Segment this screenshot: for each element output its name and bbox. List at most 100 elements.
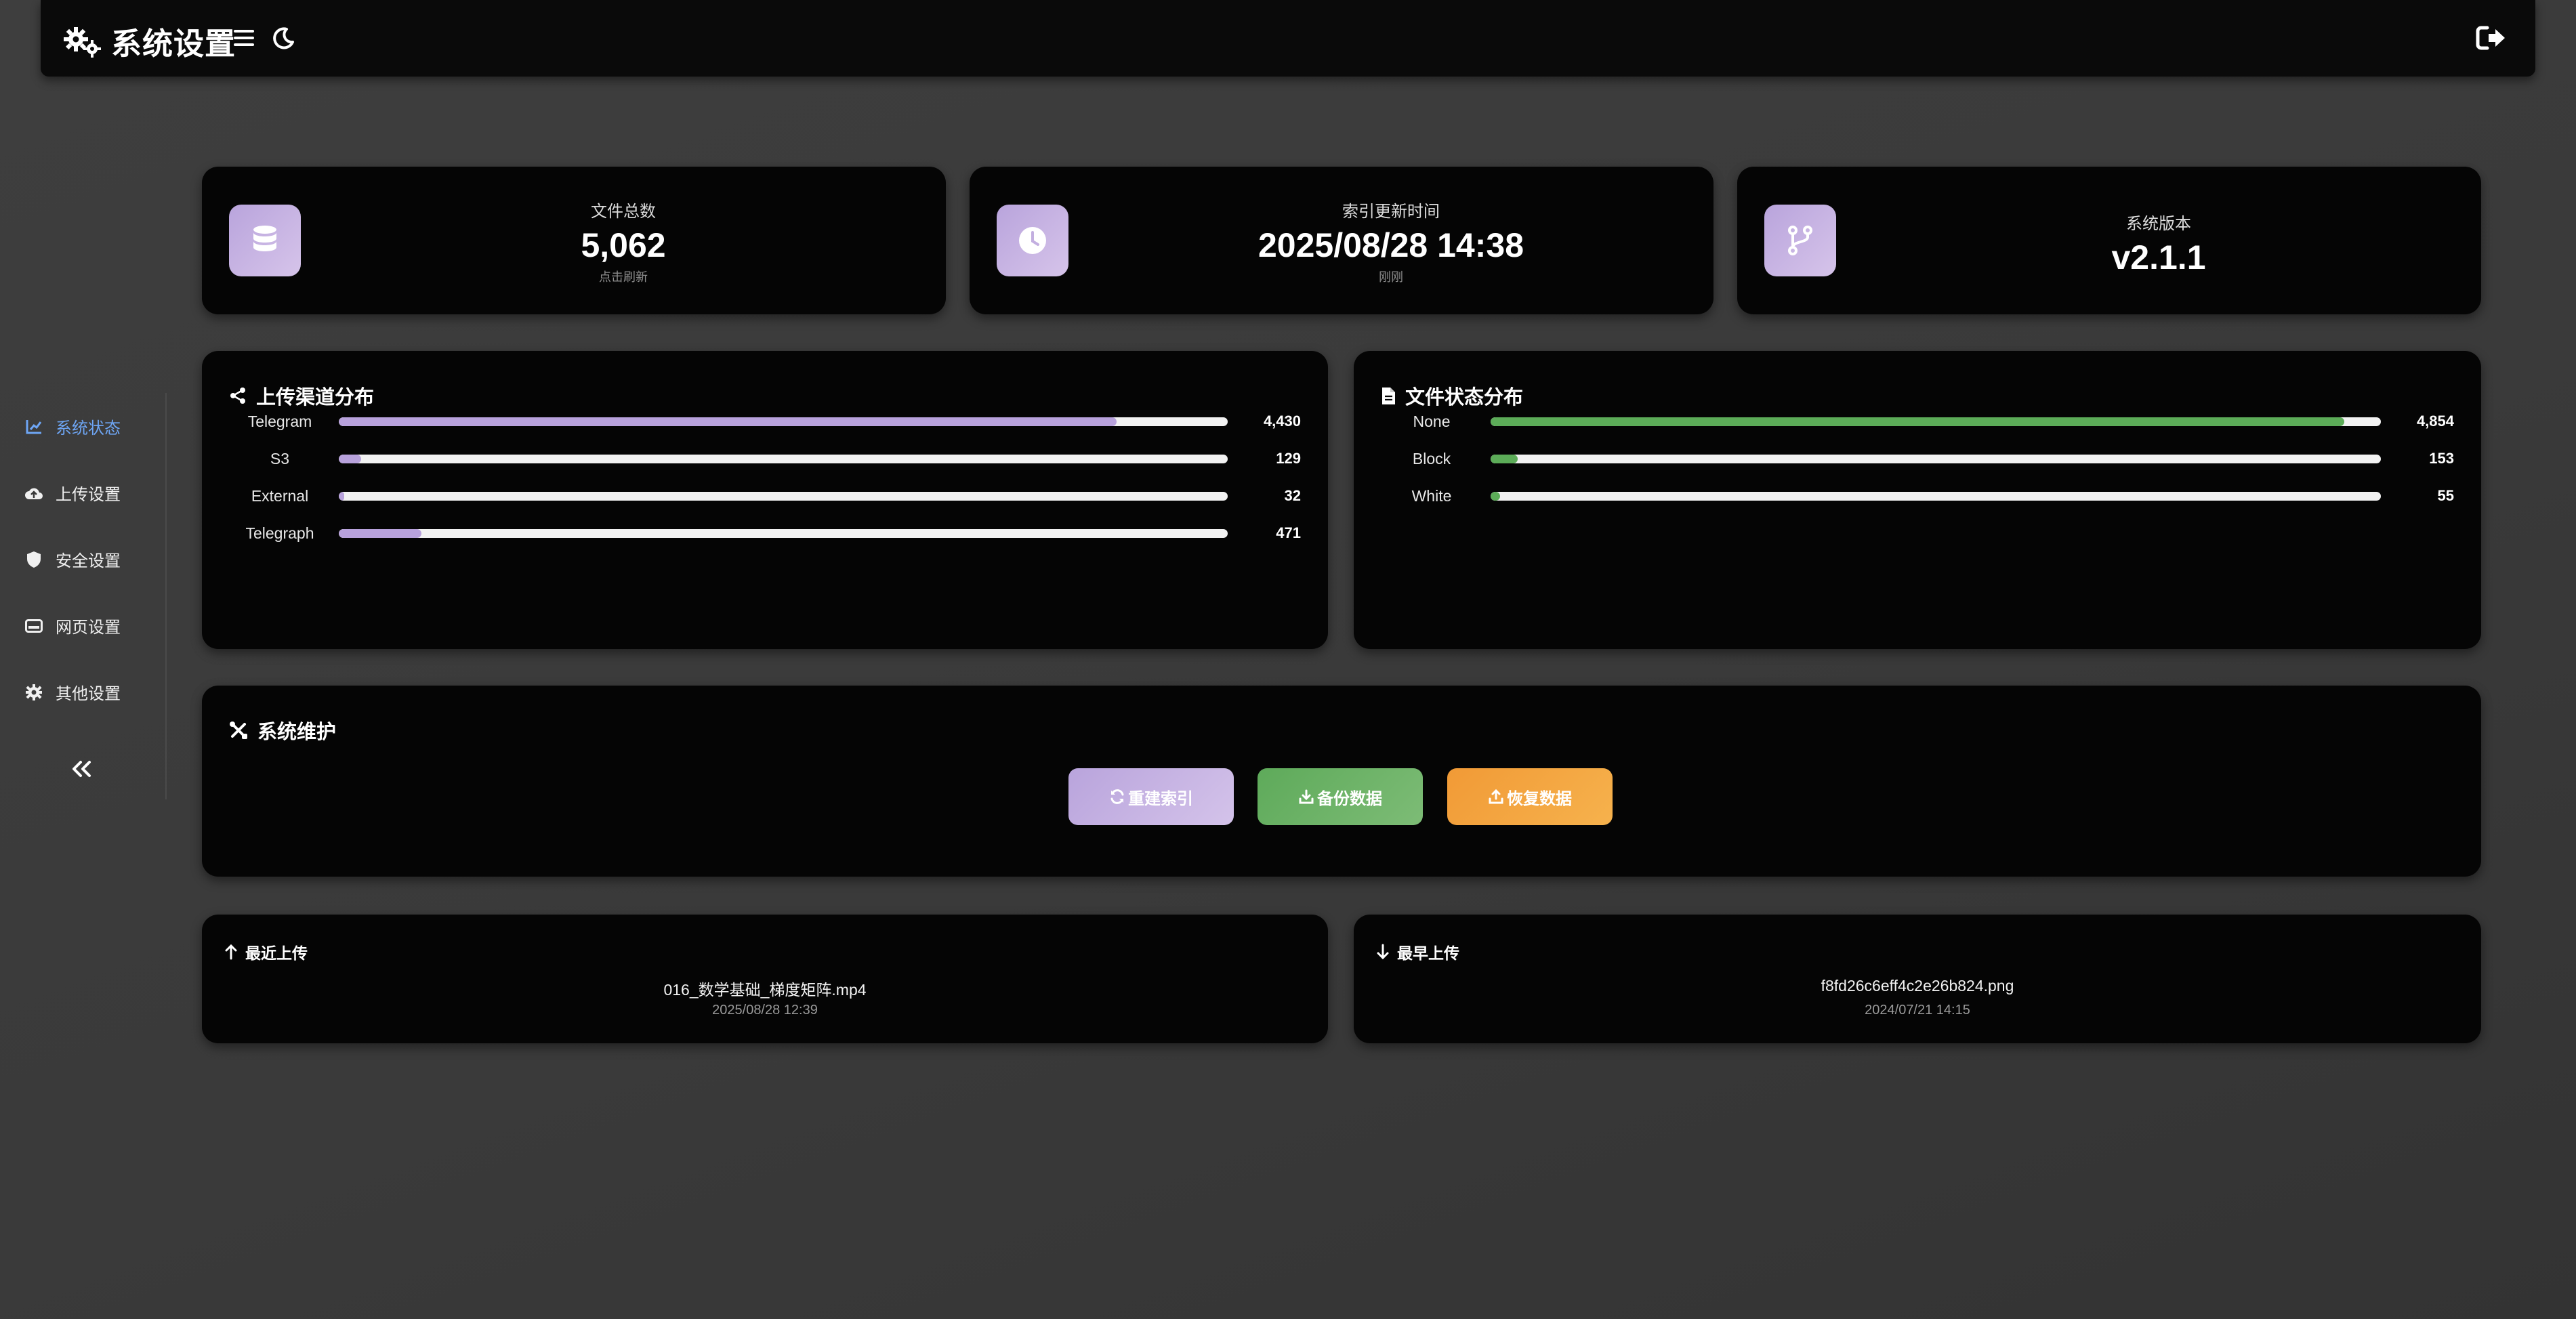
row-value: 471 bbox=[1276, 524, 1301, 541]
sidebar-item-web-settings[interactable]: 网页设置 bbox=[24, 614, 121, 637]
chart-icon bbox=[24, 417, 43, 436]
backup-data-button[interactable]: 备份数据 bbox=[1258, 768, 1423, 825]
button-label: 重建索引 bbox=[1128, 789, 1193, 808]
stat-icon-box bbox=[229, 205, 301, 276]
progress-track bbox=[1491, 454, 2381, 463]
sidebar-item-label: 系统状态 bbox=[56, 419, 121, 438]
card-title: 最早上传 bbox=[1377, 940, 1459, 963]
earliest-upload-card: 最早上传 f8fd26c6eff4c2e26b824.png 2024/07/2… bbox=[1354, 915, 2481, 1043]
distribution-row: Telegraph 471 bbox=[229, 520, 1301, 547]
button-label: 备份数据 bbox=[1317, 789, 1382, 808]
earliest-file-time: 2024/07/21 14:15 bbox=[1865, 1003, 1970, 1018]
sidebar-collapse-button[interactable] bbox=[70, 759, 94, 778]
stat-card-version: 系统版本 v2.1.1 bbox=[1737, 167, 2481, 314]
earliest-file-name[interactable]: f8fd26c6eff4c2e26b824.png bbox=[1354, 977, 2481, 995]
stat-value: 5,062 bbox=[581, 226, 666, 264]
distribution-row: S3 129 bbox=[229, 445, 1301, 472]
branch-icon bbox=[1787, 225, 1814, 256]
progress-track bbox=[1491, 417, 2381, 426]
sidebar-item-label: 其他设置 bbox=[56, 685, 121, 703]
stat-icon-box bbox=[997, 205, 1068, 276]
distribution-row: Telegram 4,430 bbox=[229, 408, 1301, 435]
stat-label: 系统版本 bbox=[2126, 215, 2191, 233]
database-icon bbox=[252, 225, 278, 256]
section-title-text: 文件状态分布 bbox=[1405, 387, 1524, 409]
download-icon bbox=[1298, 789, 1314, 805]
row-value: 55 bbox=[2437, 487, 2454, 504]
gear-icon bbox=[24, 683, 43, 702]
row-value: 32 bbox=[1284, 487, 1301, 504]
row-label: Block bbox=[1412, 449, 1451, 467]
sidebar-item-label: 网页设置 bbox=[56, 619, 121, 637]
distribution-row: White 55 bbox=[1381, 482, 2454, 509]
recent-file-name[interactable]: 016_数学基础_梯度矩阵.mp4 bbox=[202, 977, 1328, 1000]
arrow-down-icon bbox=[1377, 944, 1389, 960]
file-icon bbox=[1381, 387, 1396, 405]
sidebar-item-system-status[interactable]: 系统状态 bbox=[24, 415, 121, 438]
sidebar-item-upload-settings[interactable]: 上传设置 bbox=[24, 481, 121, 505]
row-label: None bbox=[1413, 412, 1451, 430]
shield-icon bbox=[24, 550, 43, 569]
sidebar-item-security-settings[interactable]: 安全设置 bbox=[24, 547, 121, 571]
stat-card-index-time: 索引更新时间 2025/08/28 14:38 刚刚 bbox=[970, 167, 1713, 314]
progress-fill bbox=[1491, 454, 1518, 463]
stat-body: 索引更新时间 2025/08/28 14:38 刚刚 bbox=[1068, 167, 1713, 314]
progress-fill bbox=[1491, 417, 2344, 426]
card-title: 最近上传 bbox=[225, 940, 308, 963]
row-label: External bbox=[251, 486, 309, 505]
section-title-text: 系统维护 bbox=[257, 721, 337, 743]
recent-file-time: 2025/08/28 12:39 bbox=[712, 1003, 818, 1018]
menu-icon bbox=[232, 28, 255, 48]
progress-track bbox=[339, 454, 1228, 463]
stat-body: 系统版本 v2.1.1 bbox=[1836, 167, 2481, 314]
button-label: 恢复数据 bbox=[1507, 789, 1572, 808]
distribution-row: External 32 bbox=[229, 482, 1301, 509]
row-label: S3 bbox=[270, 449, 290, 467]
row-label: Telegraph bbox=[245, 524, 314, 542]
progress-track bbox=[339, 528, 1228, 538]
sidebar-item-other-settings[interactable]: 其他设置 bbox=[24, 680, 121, 704]
stat-label: 文件总数 bbox=[591, 203, 656, 221]
arrow-up-icon bbox=[225, 944, 237, 960]
stat-label: 索引更新时间 bbox=[1342, 203, 1440, 221]
clock-icon bbox=[1017, 225, 1048, 256]
double-chevron-left-icon bbox=[70, 759, 94, 778]
gears-icon bbox=[62, 24, 102, 58]
progress-fill bbox=[1491, 491, 1501, 501]
sidebar-item-label: 上传设置 bbox=[56, 486, 121, 504]
restore-data-button[interactable]: 恢复数据 bbox=[1447, 768, 1613, 825]
section-title: 系统维护 bbox=[229, 716, 336, 745]
menu-toggle-button[interactable] bbox=[229, 23, 259, 53]
sidebar-divider bbox=[165, 393, 167, 799]
row-label: White bbox=[1411, 486, 1452, 505]
logout-button[interactable] bbox=[2476, 23, 2506, 53]
stat-card-file-count[interactable]: 文件总数 5,062 点击刷新 bbox=[202, 167, 946, 314]
row-value: 153 bbox=[2429, 450, 2454, 467]
progress-track bbox=[339, 417, 1228, 426]
brand: 系统设置 bbox=[62, 19, 236, 63]
progress-track bbox=[1491, 491, 2381, 501]
card-title-text: 最近上传 bbox=[245, 944, 308, 962]
upload-icon bbox=[1488, 789, 1504, 805]
progress-fill bbox=[339, 491, 345, 501]
row-value: 129 bbox=[1276, 450, 1301, 467]
row-value: 4,854 bbox=[2416, 413, 2454, 430]
section-title-text: 上传渠道分布 bbox=[256, 387, 375, 409]
window-icon bbox=[24, 616, 43, 635]
section-title: 上传渠道分布 bbox=[229, 381, 374, 410]
top-header: 系统设置 bbox=[41, 0, 2535, 77]
card-title-text: 最早上传 bbox=[1397, 944, 1459, 962]
row-value: 4,430 bbox=[1263, 413, 1301, 430]
row-label: Telegram bbox=[247, 412, 312, 430]
page-title: 系统设置 bbox=[111, 26, 236, 61]
file-status-card: 文件状态分布 None 4,854 Block 153 White 55 bbox=[1354, 351, 2481, 649]
distribution-row: Block 153 bbox=[1381, 445, 2454, 472]
moon-icon bbox=[272, 26, 295, 49]
rebuild-index-button[interactable]: 重建索引 bbox=[1068, 768, 1234, 825]
upload-channel-card: 上传渠道分布 Telegram 4,430 S3 129 External 32 Teleg… bbox=[202, 351, 1328, 649]
distribution-row: None 4,854 bbox=[1381, 408, 2455, 435]
stat-value: v2.1.1 bbox=[2111, 238, 2206, 276]
tools-icon bbox=[229, 721, 248, 740]
logout-icon bbox=[2475, 24, 2508, 51]
theme-toggle-button[interactable] bbox=[268, 23, 298, 53]
